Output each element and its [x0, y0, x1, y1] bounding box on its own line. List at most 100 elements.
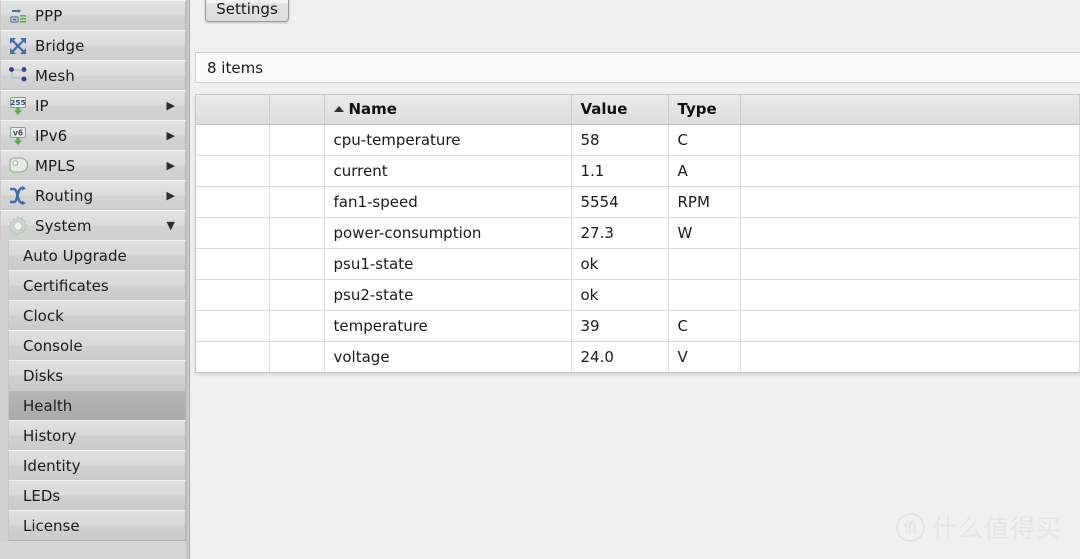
sidebar-item-label: MPLS [35, 156, 76, 175]
winbox-window: PPP Bridge Mesh 255 IP ▶ v6 IPv6 ▶ MPLS ▶ Routing ▶ S… [0, 0, 1080, 559]
column-header-type[interactable]: Type [668, 95, 741, 125]
cell-flag-b [269, 341, 325, 372]
sidebar-item-label: Mesh [35, 66, 75, 85]
column-header-value-label: Value [580, 100, 628, 119]
sidebar-item-bridge[interactable]: Bridge [0, 30, 186, 61]
cell-flag-b [269, 248, 325, 280]
table-row[interactable]: fan1-speed 5554 RPM [196, 186, 1080, 218]
sidebar-item-label: System [35, 216, 92, 235]
sidebar-subitem-certificates[interactable]: Certificates [8, 270, 186, 301]
cell-flag-a [196, 186, 270, 218]
system-icon [7, 215, 29, 237]
sidebar-item-ppp[interactable]: PPP [0, 0, 186, 31]
cell-type: A [668, 155, 741, 187]
cell-type: RPM [668, 186, 741, 218]
cell-spacer [740, 217, 1080, 249]
sidebar-main-menu: PPP Bridge Mesh 255 IP ▶ v6 IPv6 ▶ MPLS ▶ Routing ▶ S… [0, 0, 186, 241]
sidebar-item-ip[interactable]: 255 IP ▶ [0, 90, 186, 121]
cell-name: fan1-speed [324, 186, 572, 218]
table-row[interactable]: psu2-state ok [196, 279, 1080, 311]
cell-value: 58 [571, 124, 669, 156]
sidebar-item-mpls[interactable]: MPLS ▶ [0, 150, 186, 181]
table-header-row: Name Value Type [196, 95, 1080, 125]
table-row[interactable]: current 1.1 A [196, 155, 1080, 187]
cell-name: psu2-state [324, 279, 572, 311]
cell-value: 39 [571, 310, 669, 342]
sidebar-item-system[interactable]: System ▼ [0, 210, 186, 241]
cell-type: C [668, 124, 741, 156]
sidebar-subitem-label: History [23, 426, 77, 445]
cell-flag-b [269, 186, 325, 218]
cell-name: cpu-temperature [324, 124, 572, 156]
sidebar-subitem-license[interactable]: License [8, 510, 186, 541]
table-header: Name Value Type [196, 95, 1080, 125]
cell-flag-a [196, 217, 270, 249]
cell-flag-a [196, 341, 270, 372]
cell-value: 24.0 [571, 341, 669, 372]
sidebar-item-ipv6[interactable]: v6 IPv6 ▶ [0, 120, 186, 151]
sidebar-item-mesh[interactable]: Mesh [0, 60, 186, 91]
sidebar-subitem-leds[interactable]: LEDs [8, 480, 186, 511]
ipv6-icon: v6 [7, 125, 29, 147]
health-panel: Settings 8 items Name Value Type cpu-tem… [190, 0, 1080, 559]
sidebar-item-label: Routing [35, 186, 94, 205]
sidebar-subitem-auto-upgrade[interactable]: Auto Upgrade [8, 240, 186, 271]
settings-button[interactable]: Settings [205, 0, 289, 22]
table-row[interactable]: temperature 39 C [196, 310, 1080, 342]
cell-type [668, 248, 741, 280]
column-header-flags-b[interactable] [269, 95, 325, 125]
sidebar-item-label: Bridge [35, 36, 85, 55]
column-header-type-label: Type [677, 100, 717, 119]
table-row[interactable]: cpu-temperature 58 C [196, 124, 1080, 156]
sidebar-subitem-health[interactable]: Health [8, 390, 186, 421]
sidebar-item-label: PPP [35, 6, 63, 25]
sidebar-subitem-disks[interactable]: Disks [8, 360, 186, 391]
table-row[interactable]: power-consumption 27.3 W [196, 217, 1080, 249]
svg-text:v6: v6 [13, 128, 23, 137]
sort-ascending-icon [333, 106, 344, 113]
column-header-spacer[interactable] [740, 95, 1080, 125]
chevron-right-icon: ▶ [166, 99, 175, 112]
table-row[interactable]: voltage 24.0 V [196, 341, 1080, 372]
sidebar-subitem-label: Auto Upgrade [23, 246, 127, 265]
sidebar-subitem-identity[interactable]: Identity [8, 450, 186, 481]
cell-name: power-consumption [324, 217, 572, 249]
cell-name: current [324, 155, 572, 187]
sidebar-subitem-clock[interactable]: Clock [8, 300, 186, 331]
svg-text:255: 255 [10, 98, 25, 107]
sidebar-subitem-history[interactable]: History [8, 420, 186, 451]
chevron-down-icon: ▼ [166, 219, 175, 232]
table-row[interactable]: psu1-state ok [196, 248, 1080, 280]
routing-icon [7, 185, 29, 207]
table-body: cpu-temperature 58 Ccurrent 1.1 Afan1-speed 5… [196, 124, 1080, 372]
cell-name: voltage [324, 341, 572, 372]
sidebar-subitem-label: LEDs [23, 486, 61, 505]
column-header-value[interactable]: Value [571, 95, 669, 125]
health-table-container: Name Value Type cpu-temperature 58 Ccurren… [195, 94, 1080, 373]
sidebar-subitem-label: Certificates [23, 276, 109, 295]
sidebar-item-routing[interactable]: Routing ▶ [0, 180, 186, 211]
cell-flag-b [269, 217, 325, 249]
mpls-icon [7, 155, 29, 177]
cell-spacer [740, 310, 1080, 342]
column-header-name[interactable]: Name [324, 95, 572, 125]
sidebar-subitem-label: Console [23, 336, 83, 355]
ip-icon: 255 [7, 95, 29, 117]
column-header-flags-a[interactable] [196, 95, 270, 125]
sidebar-subitem-console[interactable]: Console [8, 330, 186, 361]
sidebar-subitem-label: Identity [23, 456, 81, 475]
sidebar-subitem-label: Clock [23, 306, 64, 325]
sidebar: PPP Bridge Mesh 255 IP ▶ v6 IPv6 ▶ MPLS ▶ Routing ▶ S… [0, 0, 190, 559]
cell-type: W [668, 217, 741, 249]
cell-spacer [740, 155, 1080, 187]
cell-spacer [740, 279, 1080, 311]
cell-flag-b [269, 310, 325, 342]
health-table: Name Value Type cpu-temperature 58 Ccurren… [196, 95, 1080, 372]
cell-name: psu1-state [324, 248, 572, 280]
settings-button-label: Settings [216, 0, 278, 18]
cell-spacer [740, 124, 1080, 156]
cell-name: temperature [324, 310, 572, 342]
bridge-icon [7, 35, 29, 57]
cell-flag-a [196, 279, 270, 311]
sidebar-subitem-label: Disks [23, 366, 64, 385]
